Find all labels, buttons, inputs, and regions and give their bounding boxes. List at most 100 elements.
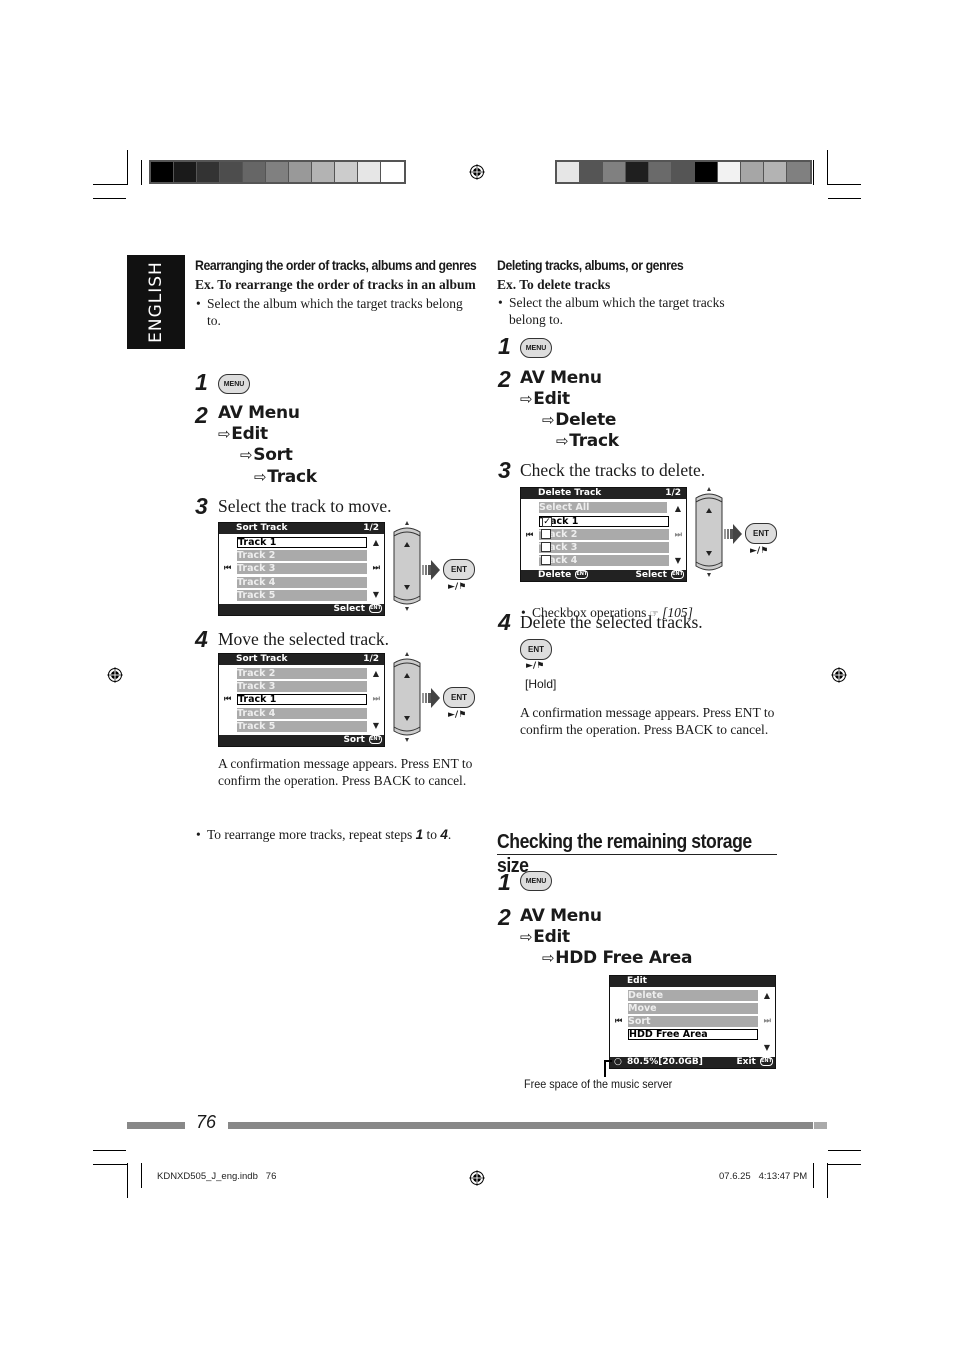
screen-list-row: Track 2 <box>237 668 367 679</box>
step-number: 1 <box>195 369 208 395</box>
color-swatch <box>174 162 197 182</box>
select-all-row: Select All <box>539 502 667 513</box>
color-swatch <box>603 162 626 182</box>
language-tab: ENGLISH <box>127 255 185 349</box>
color-swatch <box>557 162 580 182</box>
step-number: 4 <box>498 609 511 635</box>
screen-footer-bar: ○ 80.5%[20.0GB] Exit ENT <box>610 1057 775 1068</box>
down-arrow-icon: ▼ <box>372 721 379 730</box>
screen-list-row: Track 4 <box>539 555 669 567</box>
color-swatch <box>626 162 649 182</box>
file-slug: KDNXD505_J_eng.indb 76 <box>157 1171 277 1182</box>
screen-list-row: Sort <box>628 1016 758 1027</box>
control-dial-icon[interactable] <box>392 520 422 612</box>
color-swatch <box>243 162 266 182</box>
checkbox-icon[interactable] <box>541 528 551 539</box>
arrow-icon: ⇨ <box>218 425 231 443</box>
push-arrow-icon <box>724 524 742 544</box>
color-swatch <box>580 162 603 182</box>
row-label: Track 2 <box>237 550 276 562</box>
screen-list-row: Track 2 <box>237 550 367 562</box>
step-number: 1 <box>498 333 511 359</box>
skip-back-icon: ⏮ <box>615 1016 623 1025</box>
ent-button-icon: ENT <box>443 687 475 708</box>
color-swatch <box>381 162 404 182</box>
checkbox-icon[interactable] <box>541 542 551 553</box>
crop-mark <box>127 150 128 185</box>
color-swatch <box>672 162 695 182</box>
menu-path-level-3: ⇨Delete <box>542 410 617 430</box>
ent-mini-icon: ENT <box>760 1057 773 1066</box>
step-number: 1 <box>498 869 511 895</box>
color-calibration-bar-left <box>149 160 406 184</box>
arrow-icon: ⇨ <box>542 949 555 967</box>
menu-button-icon: MENU <box>520 338 552 358</box>
screen-footer-bar: Sort ENT <box>219 735 384 746</box>
heading-underline <box>497 854 777 855</box>
up-arrow-icon: ▲ <box>674 504 681 513</box>
row-label: Track 2 <box>539 528 578 540</box>
menu-path-level-1: AV Menu <box>520 906 602 926</box>
step-number: 3 <box>195 493 208 519</box>
color-swatch <box>741 162 764 182</box>
step-number: 3 <box>498 457 511 483</box>
row-label: Track 3 <box>237 563 276 575</box>
crop-mark <box>813 160 814 185</box>
step-number: 4 <box>195 626 208 652</box>
screen-title: Edit <box>627 976 647 986</box>
screen-list-row: Delete <box>628 990 758 1001</box>
color-swatch <box>266 162 289 182</box>
color-swatch <box>787 162 810 182</box>
up-arrow-icon: ▲ <box>372 538 379 547</box>
step-instruction: Move the selected track. <box>218 629 390 649</box>
screen-list-row: HDD Free Area <box>628 1029 758 1040</box>
color-swatch <box>718 162 741 182</box>
screen-title: Sort Track <box>236 654 288 664</box>
bullet-note: Select the album which the target tracks… <box>195 295 480 329</box>
callout-line <box>604 1060 612 1062</box>
skip-back-icon: ⏮ <box>224 563 232 572</box>
section-heading: Deleting tracks, albums, or genres <box>497 257 684 273</box>
ent-button-icon: ENT <box>443 559 475 580</box>
step-instruction: Select the track to move. <box>218 496 392 516</box>
row-label: Track 4 <box>237 707 276 719</box>
registration-mark-icon <box>831 667 847 683</box>
control-dial-icon[interactable] <box>392 651 422 743</box>
arrow-icon: ⇨ <box>542 411 555 429</box>
checkbox-checked-icon[interactable]: ✓ <box>542 516 552 527</box>
row-label: Track 5 <box>237 720 276 732</box>
ent-mini-icon: ENT <box>671 570 684 579</box>
arrow-icon: ⇨ <box>520 928 533 946</box>
row-label: Track 2 <box>237 668 276 679</box>
step-number: 2 <box>498 366 511 392</box>
confirmation-note: A confirmation message appears. Press EN… <box>218 756 473 788</box>
footer-exit: Exit ENT <box>736 1057 773 1067</box>
screen-list-row: Track 2 <box>539 528 669 540</box>
step-number: 2 <box>498 904 511 930</box>
control-dial-icon[interactable] <box>694 486 724 578</box>
row-label: Select All <box>539 502 590 513</box>
menu-path-level-1: AV Menu <box>218 403 300 423</box>
confirmation-note: A confirmation message appears. Press EN… <box>520 705 775 737</box>
section-heading: Rearranging the order of tracks, albums … <box>195 257 477 273</box>
crop-mark <box>93 1150 126 1151</box>
menu-path-level-3: ⇨Sort <box>240 445 293 465</box>
ent-button-icon: ENT <box>520 639 552 660</box>
crop-mark <box>827 1164 861 1165</box>
footer-bar-right <box>228 1122 813 1129</box>
crop-mark <box>93 1164 128 1165</box>
row-label: HDD Free Area <box>629 1029 708 1040</box>
ent-mini-icon: ENT <box>369 735 382 744</box>
delete-section: Deleting tracks, albums, or genres Ex. T… <box>497 256 782 328</box>
play-pause-icon: ►/⚑ <box>750 546 769 556</box>
color-swatch <box>695 162 718 182</box>
crop-mark <box>813 1163 814 1188</box>
play-pause-icon: ►/⚑ <box>526 661 545 671</box>
skip-forward-icon: ⏭ <box>763 1016 771 1025</box>
ent-button-icon: ENT <box>745 523 777 544</box>
checkbox-icon[interactable] <box>541 555 551 566</box>
color-swatch <box>358 162 381 182</box>
screen-page: 1/2 <box>363 654 379 664</box>
screen-list-row: Track 3 <box>237 681 367 693</box>
screen-page: 1/2 <box>665 488 681 498</box>
